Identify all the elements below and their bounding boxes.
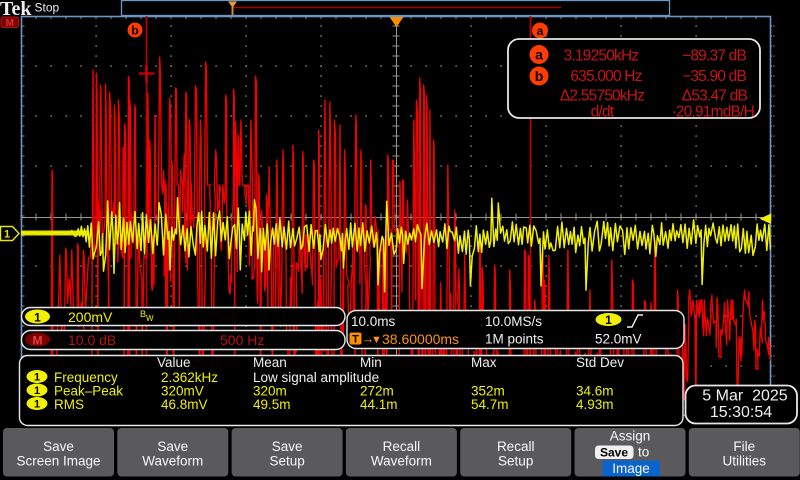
svg-text:Recall: Recall — [383, 439, 421, 454]
svg-text:54.7m: 54.7m — [471, 397, 509, 412]
svg-text:Std Dev: Std Dev — [576, 355, 624, 370]
svg-text:1: 1 — [34, 372, 40, 384]
svg-text:Tek: Tek — [0, 0, 32, 20]
svg-text:Stop: Stop — [35, 1, 60, 15]
svg-text:49.5m: 49.5m — [253, 397, 291, 412]
svg-text:500 Hz: 500 Hz — [220, 332, 264, 348]
svg-text:M: M — [33, 334, 43, 348]
svg-text:File: File — [733, 439, 755, 454]
svg-text:46.8mV: 46.8mV — [161, 397, 208, 412]
svg-text:Setup: Setup — [269, 454, 304, 469]
svg-text:Value: Value — [157, 355, 191, 370]
svg-text:▼: ▼ — [371, 334, 382, 346]
svg-text:10.0 dB: 10.0 dB — [68, 332, 116, 348]
svg-text:·20.91mdB/H: ·20.91mdB/H — [671, 104, 754, 121]
svg-text:a: a — [537, 24, 544, 38]
svg-text:Save: Save — [157, 439, 188, 454]
svg-text:1: 1 — [4, 229, 10, 241]
svg-text:635.000 Hz: 635.000 Hz — [570, 68, 641, 85]
svg-text:200mV: 200mV — [68, 309, 113, 325]
svg-text:Waveform: Waveform — [371, 454, 432, 469]
svg-text:Mean: Mean — [253, 355, 287, 370]
svg-text:Save: Save — [43, 439, 74, 454]
svg-text:3.19250kHz: 3.19250kHz — [564, 48, 639, 65]
svg-text:1: 1 — [34, 311, 41, 325]
svg-text:15:30:54: 15:30:54 — [710, 404, 772, 421]
svg-text:−35.90 dB: −35.90 dB — [682, 68, 746, 85]
svg-text:Screen Image: Screen Image — [16, 454, 100, 469]
svg-text:Waveform: Waveform — [142, 454, 203, 469]
svg-text:1M points: 1M points — [485, 332, 544, 347]
svg-text:Assign: Assign — [610, 429, 651, 444]
svg-text:1: 1 — [34, 385, 40, 397]
svg-text:to: to — [638, 445, 649, 460]
svg-text:4.93m: 4.93m — [576, 397, 614, 412]
svg-text:Max: Max — [471, 355, 497, 370]
svg-text:1: 1 — [605, 313, 612, 327]
svg-text:RMS: RMS — [54, 397, 84, 412]
svg-text:Recall: Recall — [497, 439, 535, 454]
svg-text:5 Mar 2025: 5 Mar 2025 — [702, 388, 787, 405]
svg-text:38.60000ms: 38.60000ms — [382, 331, 459, 347]
svg-text:a: a — [535, 47, 543, 63]
svg-text:44.1m: 44.1m — [360, 397, 398, 412]
svg-text:Setup: Setup — [498, 454, 533, 469]
svg-text:Image: Image — [612, 461, 650, 476]
svg-text:Min: Min — [360, 355, 382, 370]
svg-text:Save: Save — [600, 446, 628, 460]
svg-text:Δ2.55750kHz: Δ2.55750kHz — [560, 88, 644, 105]
svg-text:10.0MS/s: 10.0MS/s — [485, 314, 542, 329]
svg-text:b: b — [535, 68, 544, 84]
svg-text:b: b — [131, 24, 138, 38]
svg-text:d/dt: d/dt — [591, 104, 615, 121]
svg-text:−89.37 dB: −89.37 dB — [682, 48, 746, 65]
svg-text:52.0mV: 52.0mV — [595, 332, 642, 347]
svg-text:Save: Save — [272, 439, 303, 454]
svg-text:T: T — [352, 334, 359, 346]
svg-text:Utilities: Utilities — [723, 454, 767, 469]
svg-text:10.0ms: 10.0ms — [351, 314, 396, 329]
svg-text:W: W — [146, 314, 154, 323]
svg-text:Δ53.47 dB: Δ53.47 dB — [682, 88, 748, 105]
svg-text:1: 1 — [34, 399, 40, 411]
